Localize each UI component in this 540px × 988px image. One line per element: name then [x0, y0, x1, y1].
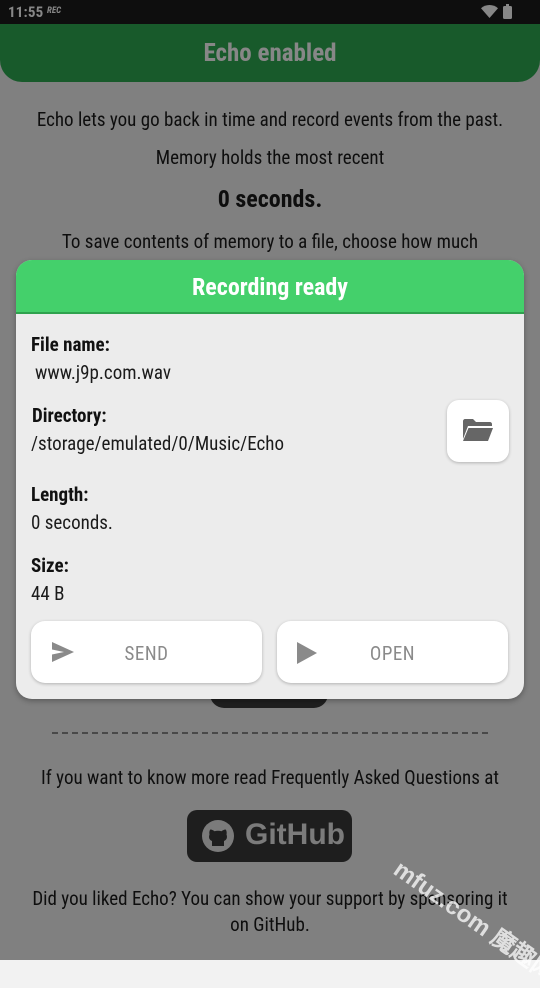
dialog-title: Recording ready: [192, 273, 348, 301]
choose-directory-button[interactable]: [447, 400, 509, 462]
file-name-label: File name:: [31, 333, 110, 356]
folder-icon: [463, 419, 493, 441]
open-label: OPEN: [369, 642, 416, 665]
length-value: 0 seconds.: [31, 511, 113, 534]
directory-label: Directory:: [32, 404, 107, 427]
recording-ready-dialog: Recording ready File name: www.j9p.com.w…: [16, 260, 524, 699]
send-label: SEND: [124, 642, 169, 665]
file-name-value: www.j9p.com.wav: [35, 361, 171, 384]
send-button[interactable]: SEND: [31, 621, 262, 683]
directory-value: /storage/emulated/0/Music/Echo: [31, 432, 284, 455]
dialog-header: Recording ready: [16, 260, 524, 314]
size-label: Size:: [31, 554, 69, 577]
open-button[interactable]: OPEN: [277, 621, 508, 683]
length-label: Length:: [31, 483, 89, 506]
size-value: 44 B: [31, 582, 65, 605]
